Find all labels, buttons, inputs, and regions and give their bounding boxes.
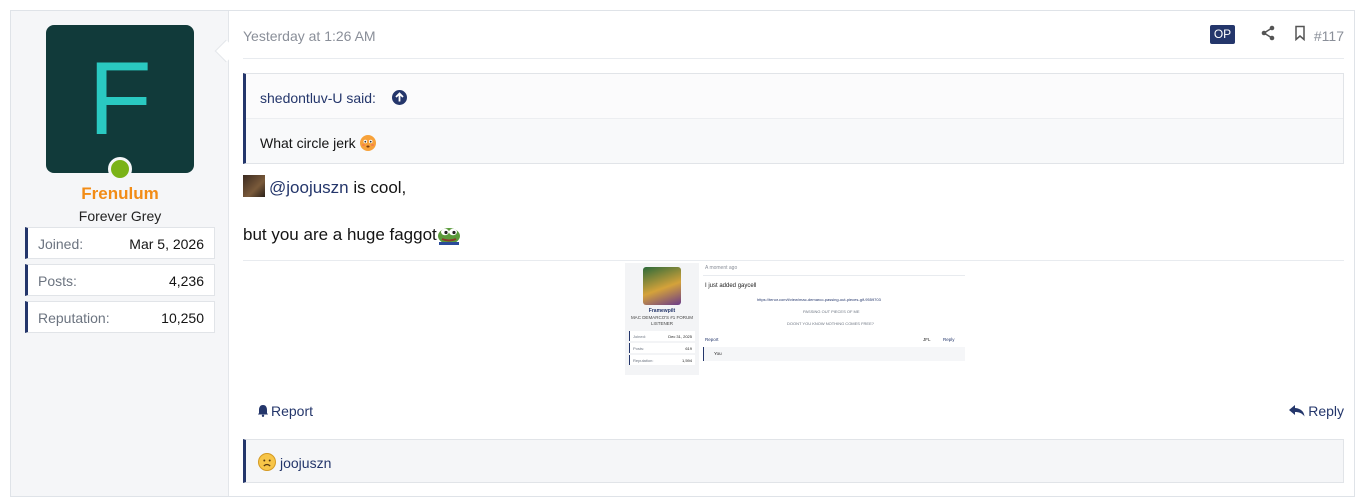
message-line-1: @joojuszn is cool, — [243, 175, 406, 198]
attachment-react: JFL — [923, 337, 931, 342]
attachment-stat: Joined: Dec 31, 2025 — [629, 331, 695, 341]
attachment-stat-value: Dec 31, 2025 — [668, 334, 692, 339]
stat-joined: Joined: Mar 5, 2026 — [25, 227, 215, 259]
quote-author-link[interactable]: shedontluv-U said: — [260, 90, 376, 106]
quote-text-content: What circle jerk — [260, 135, 356, 151]
reactions-bar: joojuszn — [243, 439, 1344, 483]
op-badge: OP — [1210, 25, 1235, 44]
attachment-divider — [703, 275, 965, 276]
attachment-stat-label: Joined: — [633, 334, 646, 339]
message-text: but you are a huge faggot — [243, 225, 437, 244]
username-link[interactable]: Frenulum — [11, 184, 229, 204]
attachment-text: DOONT YOU KNOW NOTHING COMES FREE? — [787, 321, 874, 326]
stat-value: 4,236 — [168, 273, 204, 289]
sad-face-icon — [258, 453, 276, 471]
stat-reputation: Reputation: 10,250 — [25, 301, 215, 333]
attached-screenshot-image[interactable]: Framewpilt MAC DEMARCO'S #1 FORUM LISTEN… — [625, 263, 965, 375]
online-indicator — [108, 157, 132, 181]
pepe-emoji-icon — [437, 223, 461, 245]
bookmark-icon[interactable] — [1292, 25, 1310, 43]
attachment-stat-label: Posts: — [633, 346, 645, 351]
user-title: Forever Grey — [78, 208, 162, 224]
post-date-link[interactable]: Yesterday at 1:26 AM — [243, 28, 376, 44]
quote-header: shedontluv-U said: — [246, 74, 1343, 119]
reply-button[interactable]: Reply — [1289, 403, 1344, 419]
reply-arrow-icon — [1289, 404, 1305, 417]
report-label: Report — [271, 403, 314, 419]
attachment-date: A moment ago — [705, 265, 738, 271]
mention-link[interactable]: @joojuszn — [269, 178, 349, 197]
header-divider — [243, 58, 1344, 59]
reply-label: Reply — [1308, 403, 1344, 419]
stat-label: Joined: — [38, 236, 84, 252]
attachment-reactions: You — [703, 347, 965, 361]
flushed-emoji-icon — [359, 135, 376, 151]
attachment-stat-value: 1,594 — [681, 358, 692, 363]
mention-avatar[interactable] — [243, 175, 265, 197]
stat-label: Posts: — [38, 273, 77, 289]
attachment-reply: Reply — [943, 337, 955, 342]
report-button[interactable]: Report — [257, 403, 313, 419]
quote-block: shedontluv-U said: What circle jerk — [243, 73, 1344, 164]
stat-value: Mar 5, 2026 — [129, 236, 204, 252]
message-line-2: but you are a huge faggot — [243, 223, 461, 245]
bell-icon — [257, 404, 269, 417]
reaction-user-link[interactable]: joojuszn — [280, 455, 331, 471]
user-sidebar: F Frenulum Forever Grey Joined: Mar 5, 2… — [11, 11, 229, 496]
forum-post: F Frenulum Forever Grey Joined: Mar 5, 2… — [10, 10, 1355, 497]
attachment-stat-label: Reputation: — [633, 358, 654, 363]
attachment-stat: Posts: 619 — [629, 343, 695, 353]
attachment-user-column: Framewpilt MAC DEMARCO'S #1 FORUM LISTEN… — [625, 263, 699, 375]
quote-text: What circle jerk — [260, 135, 376, 151]
attachment-reaction-user: You — [714, 351, 722, 356]
share-icon[interactable] — [1260, 25, 1278, 43]
arrow-up-circle-icon[interactable] — [392, 90, 407, 105]
attachment-message: A moment ago I just added gaycell https:… — [703, 263, 965, 375]
message-main: Yesterday at 1:26 AM OP #117 shedontluv-… — [243, 11, 1344, 496]
attachment-text: I just added gaycell — [705, 283, 757, 289]
attachment-text: PASSING OUT PIECES OF ME — [803, 309, 860, 314]
attachment-username: Framewpilt — [648, 308, 676, 314]
attachment-avatar — [643, 267, 681, 305]
attachment-stat-value: 619 — [685, 346, 692, 351]
post-number-link[interactable]: #117 — [1314, 28, 1344, 44]
attachment-link: https://tenor.com/t/view/mac-demarco-pas… — [757, 297, 881, 302]
stat-value: 10,250 — [161, 310, 204, 326]
stat-label: Reputation: — [38, 310, 110, 326]
stat-posts: Posts: 4,236 — [25, 264, 215, 296]
attachment-user-title: MAC DEMARCO'S #1 FORUM LISTENER — [630, 315, 694, 326]
avatar[interactable]: F — [46, 25, 194, 173]
message-text: is cool, — [348, 178, 407, 197]
attachment-stat: Reputation: 1,594 — [629, 355, 695, 365]
attachment-report: Report — [705, 337, 719, 342]
body-divider — [243, 260, 1344, 261]
